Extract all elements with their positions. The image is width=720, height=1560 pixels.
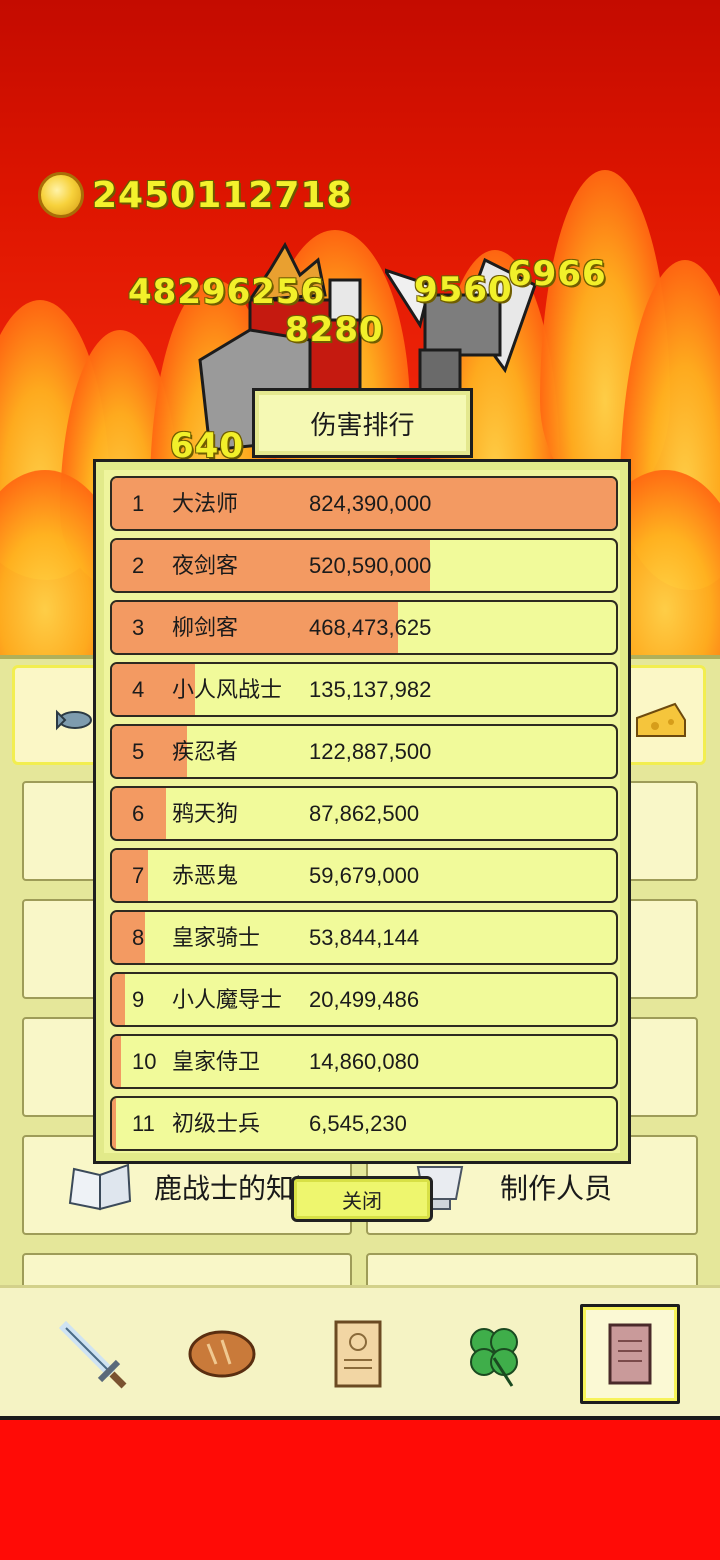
ranking-row: 4 小人风战士 135,137,982: [110, 662, 618, 717]
unit-name: 鸦天狗: [172, 801, 239, 826]
rank-number: 6: [132, 801, 145, 826]
book-tab[interactable]: [580, 1304, 680, 1404]
rank-number: 1: [132, 491, 145, 516]
rank-number: 11: [132, 1111, 155, 1136]
damage-popup: 6966: [508, 254, 607, 294]
damage-share-bar: [112, 1098, 117, 1149]
ranking-list: 1 大法师 824,390,000 2 夜剑客 520,590,000 3 柳剑客 468,47…: [110, 476, 618, 1158]
damage-value: 14,860,080: [309, 1049, 420, 1074]
damage-value: 53,844,144: [309, 925, 420, 950]
damage-value: 122,887,500: [309, 739, 432, 764]
damage-ranking-modal: 1 大法师 824,390,000 2 夜剑客 520,590,000 3 柳剑客 468,47…: [93, 459, 631, 1164]
sword-tab[interactable]: [42, 1304, 142, 1404]
ranking-row: 5 疾忍者 122,887,500: [110, 724, 618, 779]
scroll-icon: [334, 1320, 382, 1388]
ranking-row: 10 皇家侍卫 14,860,080: [110, 1034, 618, 1089]
rank-number: 8: [132, 925, 145, 950]
damage-popup: 48296256: [128, 272, 326, 312]
damage-value: 468,473,625: [309, 615, 432, 640]
unit-name: 疾忍者: [172, 739, 239, 764]
ranking-row: 11 初级士兵 6,545,230: [110, 1096, 618, 1151]
damage-share-bar: [112, 1036, 122, 1087]
bottom-toolbar: [0, 1285, 720, 1420]
gold-amount: 2450112718: [92, 174, 353, 216]
damage-share-bar: [112, 974, 125, 1025]
ranking-row: 2 夜剑客 520,590,000: [110, 538, 618, 593]
bread-icon: [188, 1330, 256, 1378]
rank-number: 2: [132, 553, 145, 578]
unit-name: 皇家骑士: [172, 925, 261, 950]
ranking-row: 6 鸦天狗 87,862,500: [110, 786, 618, 841]
damage-value: 20,499,486: [309, 987, 420, 1012]
unit-name: 小人风战士: [172, 677, 283, 702]
damage-value: 520,590,000: [309, 553, 432, 578]
unit-name: 大法师: [172, 491, 239, 516]
scroll-tab[interactable]: [308, 1304, 408, 1404]
sword-icon: [58, 1320, 127, 1389]
unit-name: 赤恶鬼: [172, 863, 239, 888]
damage-value: 87,862,500: [309, 801, 420, 826]
clover-icon: [470, 1328, 518, 1387]
ranking-row: 8 皇家骑士 53,844,144: [110, 910, 618, 965]
unit-name: 柳剑客: [172, 615, 239, 640]
damage-value: 824,390,000: [309, 491, 432, 516]
rank-number: 5: [132, 739, 145, 764]
rank-number: 7: [132, 863, 145, 888]
unit-name: 皇家侍卫: [172, 1049, 261, 1074]
rank-number: 9: [132, 987, 145, 1012]
rank-number: 10: [132, 1049, 157, 1074]
damage-popup: 8280: [285, 310, 384, 350]
modal-title: 伤害排行: [252, 388, 473, 458]
damage-value: 59,679,000: [309, 863, 420, 888]
cheese-icon[interactable]: [635, 700, 687, 740]
damage-popup: 9560: [414, 270, 513, 310]
credits-label: 制作人员: [500, 1173, 613, 1204]
unit-name: 小人魔导士: [172, 987, 283, 1012]
book-icon: [608, 1323, 652, 1385]
rank-number: 4: [132, 677, 145, 702]
coin-icon: [38, 172, 84, 218]
clover-tab[interactable]: [444, 1304, 544, 1404]
ranking-row: 9 小人魔导士 20,499,486: [110, 972, 618, 1027]
damage-value: 135,137,982: [309, 677, 432, 702]
open-book-icon: [68, 1163, 132, 1211]
bread-tab[interactable]: [172, 1304, 272, 1404]
ranking-row: 1 大法师 824,390,000: [110, 476, 618, 531]
fish-icon: [56, 709, 92, 731]
ranking-row: 7 赤恶鬼 59,679,000: [110, 848, 618, 903]
close-button[interactable]: 关闭: [291, 1176, 433, 1222]
damage-value: 6,545,230: [309, 1111, 407, 1136]
gold-counter: 2450112718: [38, 172, 353, 218]
unit-name: 初级士兵: [172, 1111, 261, 1136]
unit-name: 夜剑客: [172, 553, 239, 578]
ranking-row: 3 柳剑客 468,473,625: [110, 600, 618, 655]
rank-number: 3: [132, 615, 145, 640]
